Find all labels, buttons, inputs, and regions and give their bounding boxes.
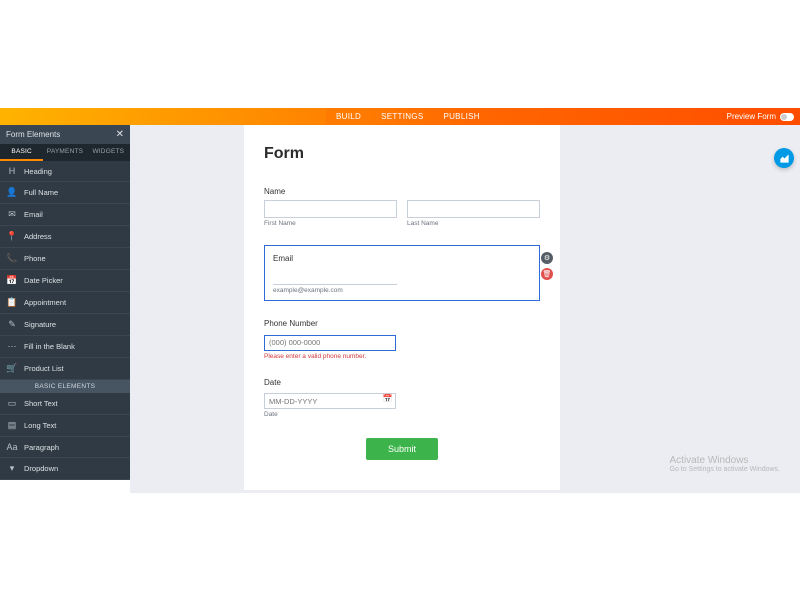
panel-title: Form Elements xyxy=(6,130,60,139)
basic-element-item-2[interactable]: Aa Paragraph xyxy=(0,437,130,458)
basic-element-item-0[interactable]: ▭ Short Text xyxy=(0,393,130,415)
tab-build[interactable]: BUILD xyxy=(326,108,371,125)
element-item-7-label: Signature xyxy=(24,320,56,329)
name-label: Name xyxy=(264,187,540,196)
element-item-8[interactable]: ⋯ Fill in the Blank xyxy=(0,336,130,358)
element-item-4-icon: 📞 xyxy=(6,253,18,264)
date-input[interactable] xyxy=(264,393,396,409)
basic-element-item-1-label: Long Text xyxy=(24,421,56,430)
last-name-input[interactable] xyxy=(407,200,540,218)
submit-button[interactable]: Submit xyxy=(366,438,438,460)
phone-field[interactable]: Phone Number Please enter a valid phone … xyxy=(264,319,540,360)
element-item-1-label: Full Name xyxy=(24,188,58,197)
preview-toggle[interactable] xyxy=(780,113,794,121)
element-item-3-icon: 📍 xyxy=(6,231,18,242)
form-canvas: Form Name First Name Last Name Email exa… xyxy=(130,125,800,493)
panel-tab-payments[interactable]: PAYMENTS xyxy=(43,144,86,161)
basic-element-item-1[interactable]: ▤ Long Text xyxy=(0,415,130,437)
calendar-icon[interactable]: 📅 xyxy=(383,394,393,403)
first-name-input[interactable] xyxy=(264,200,397,218)
basic-element-item-3[interactable]: ▾ Dropdown xyxy=(0,458,130,480)
element-item-6-label: Appointment xyxy=(24,298,66,307)
help-fab-icon[interactable] xyxy=(774,148,794,168)
element-item-1[interactable]: 👤 Full Name xyxy=(0,182,130,204)
element-item-2-icon: ✉ xyxy=(6,209,18,220)
basic-element-item-0-label: Short Text xyxy=(24,399,58,408)
panel-tab-widgets[interactable]: WIDGETS xyxy=(87,144,130,161)
panel-close-icon[interactable]: ✕ xyxy=(116,129,124,140)
element-item-5-label: Date Picker xyxy=(24,276,63,285)
basic-element-item-2-icon: Aa xyxy=(6,442,18,452)
element-item-6-icon: 📋 xyxy=(6,297,18,308)
basic-element-item-2-label: Paragraph xyxy=(24,443,59,452)
section-basic-elements: BASIC ELEMENTS xyxy=(0,380,130,393)
form-title[interactable]: Form xyxy=(264,145,540,163)
element-item-7[interactable]: ✎ Signature xyxy=(0,314,130,336)
element-item-6[interactable]: 📋 Appointment xyxy=(0,292,130,314)
email-label: Email xyxy=(273,254,531,263)
phone-input[interactable] xyxy=(264,335,396,351)
top-toolbar: BUILD SETTINGS PUBLISH Preview Form xyxy=(0,108,800,125)
element-item-4-label: Phone xyxy=(24,254,46,263)
element-item-2-label: Email xyxy=(24,210,43,219)
tab-publish[interactable]: PUBLISH xyxy=(433,108,489,125)
panel-tab-basic[interactable]: BASIC xyxy=(0,144,43,161)
element-item-5[interactable]: 📅 Date Picker xyxy=(0,270,130,292)
element-item-8-label: Fill in the Blank xyxy=(24,342,75,351)
phone-error: Please enter a valid phone number. xyxy=(264,353,540,360)
element-item-3[interactable]: 📍 Address xyxy=(0,226,130,248)
element-item-1-icon: 👤 xyxy=(6,187,18,198)
form-card: Form Name First Name Last Name Email exa… xyxy=(244,125,560,490)
form-elements-panel: Form Elements ✕ BASIC PAYMENTS WIDGETS H… xyxy=(0,125,130,480)
date-field[interactable]: Date 📅 Date xyxy=(264,378,540,419)
element-item-0[interactable]: H Heading xyxy=(0,161,130,182)
first-name-sublabel: First Name xyxy=(264,220,397,227)
element-item-8-icon: ⋯ xyxy=(6,341,18,352)
basic-element-item-3-label: Dropdown xyxy=(24,464,58,473)
element-item-7-icon: ✎ xyxy=(6,319,18,330)
element-item-0-label: Heading xyxy=(24,167,52,176)
email-field-selected[interactable]: Email example@example.com ⚙ 🗑 xyxy=(264,245,540,301)
element-item-2[interactable]: ✉ Email xyxy=(0,204,130,226)
date-label: Date xyxy=(264,378,540,387)
email-input[interactable] xyxy=(273,271,397,285)
element-item-9-label: Product List xyxy=(24,364,64,373)
element-item-0-icon: H xyxy=(6,166,18,176)
email-hint: example@example.com xyxy=(273,287,531,294)
element-item-9-icon: 🛒 xyxy=(6,363,18,374)
field-settings-icon[interactable]: ⚙ xyxy=(541,252,553,264)
field-delete-icon[interactable]: 🗑 xyxy=(541,268,553,280)
element-item-3-label: Address xyxy=(24,232,52,241)
basic-element-item-1-icon: ▤ xyxy=(6,420,18,431)
element-item-5-icon: 📅 xyxy=(6,275,18,286)
preview-form-label: Preview Form xyxy=(727,112,776,121)
tab-settings[interactable]: SETTINGS xyxy=(371,108,433,125)
basic-element-item-3-icon: ▾ xyxy=(6,463,18,474)
phone-label: Phone Number xyxy=(264,319,540,328)
element-item-9[interactable]: 🛒 Product List xyxy=(0,358,130,380)
element-item-4[interactable]: 📞 Phone xyxy=(0,248,130,270)
last-name-sublabel: Last Name xyxy=(407,220,540,227)
basic-element-item-0-icon: ▭ xyxy=(6,398,18,409)
name-field[interactable]: Name First Name Last Name xyxy=(264,187,540,227)
date-sublabel: Date xyxy=(264,411,540,418)
